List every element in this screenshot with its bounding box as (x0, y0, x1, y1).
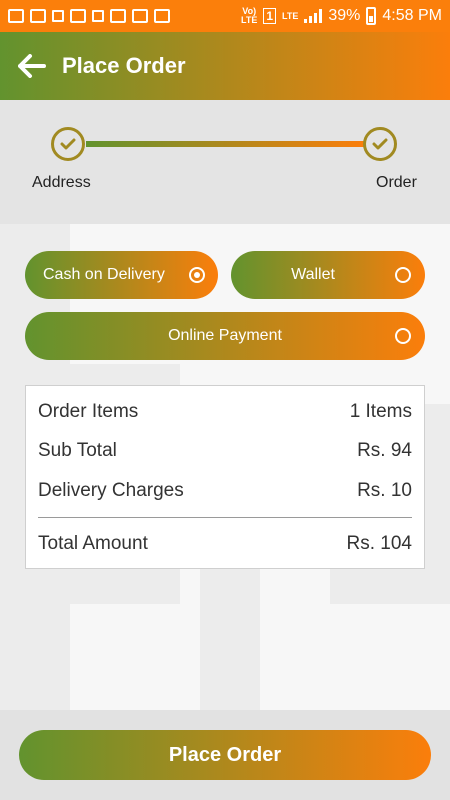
send-icon (52, 10, 64, 22)
image-icon (110, 9, 126, 23)
stepper-progress-line (86, 141, 364, 147)
arrow-left-icon (18, 54, 46, 78)
radio-unselected-icon[interactable] (395, 267, 411, 283)
notification-icons (8, 9, 170, 23)
send-icon (92, 10, 104, 22)
system-status: Vo) LTE 1 LTE 39% 4:58 PM (241, 7, 442, 25)
lte-indicator: LTE (282, 10, 299, 21)
radio-unselected-icon[interactable] (395, 328, 411, 344)
payment-option-label: Online Payment (168, 327, 282, 344)
battery-icon (366, 7, 377, 25)
sim-indicator: 1 (263, 8, 277, 24)
gallery-icon (70, 9, 86, 23)
step-address-label: Address (32, 174, 91, 191)
summary-row-total: Total Amount Rs. 104 (38, 530, 412, 558)
message-icon (8, 9, 24, 23)
signal-icon (304, 9, 323, 23)
back-button[interactable] (12, 46, 52, 86)
order-summary-card: Order Items 1 Items Sub Total Rs. 94 Del… (25, 385, 425, 569)
summary-value: Rs. 10 (357, 480, 412, 501)
clock: 4:58 PM (382, 7, 442, 24)
payment-option-online[interactable]: Online Payment (25, 312, 425, 360)
payment-option-label: Wallet (291, 266, 335, 283)
summary-label: Total Amount (38, 533, 148, 554)
summary-label: Order Items (38, 401, 139, 422)
app-bar: Place Order (0, 32, 450, 100)
summary-value: Rs. 104 (346, 533, 412, 554)
step-order-label: Order (376, 174, 417, 191)
page-title: Place Order (62, 53, 186, 78)
radio-selected-icon[interactable] (189, 267, 205, 283)
check-icon (372, 138, 388, 150)
photo-icon (132, 9, 148, 23)
summary-row-subtotal: Sub Total Rs. 94 (38, 437, 412, 465)
status-bar: Vo) LTE 1 LTE 39% 4:58 PM (0, 0, 450, 32)
payment-option-wallet[interactable]: Wallet (231, 251, 425, 299)
stepper-background (0, 100, 450, 224)
step-address-check (51, 127, 85, 161)
summary-label: Delivery Charges (38, 480, 184, 501)
payment-option-cod[interactable]: Cash on Delivery (25, 251, 218, 299)
payment-option-label: Cash on Delivery (43, 266, 165, 283)
summary-divider (38, 517, 412, 518)
summary-row-items: Order Items 1 Items (38, 398, 412, 426)
place-order-button[interactable]: Place Order (19, 730, 431, 780)
summary-value: 1 Items (349, 401, 412, 422)
summary-value: Rs. 94 (357, 440, 412, 461)
battery-percent: 39% (328, 7, 361, 24)
step-order-check (363, 127, 397, 161)
photo-icon (154, 9, 170, 23)
summary-row-delivery: Delivery Charges Rs. 10 (38, 477, 412, 505)
volte-indicator: Vo) LTE (241, 6, 258, 25)
check-icon (60, 138, 76, 150)
mail-icon (30, 9, 46, 23)
summary-label: Sub Total (38, 440, 117, 461)
